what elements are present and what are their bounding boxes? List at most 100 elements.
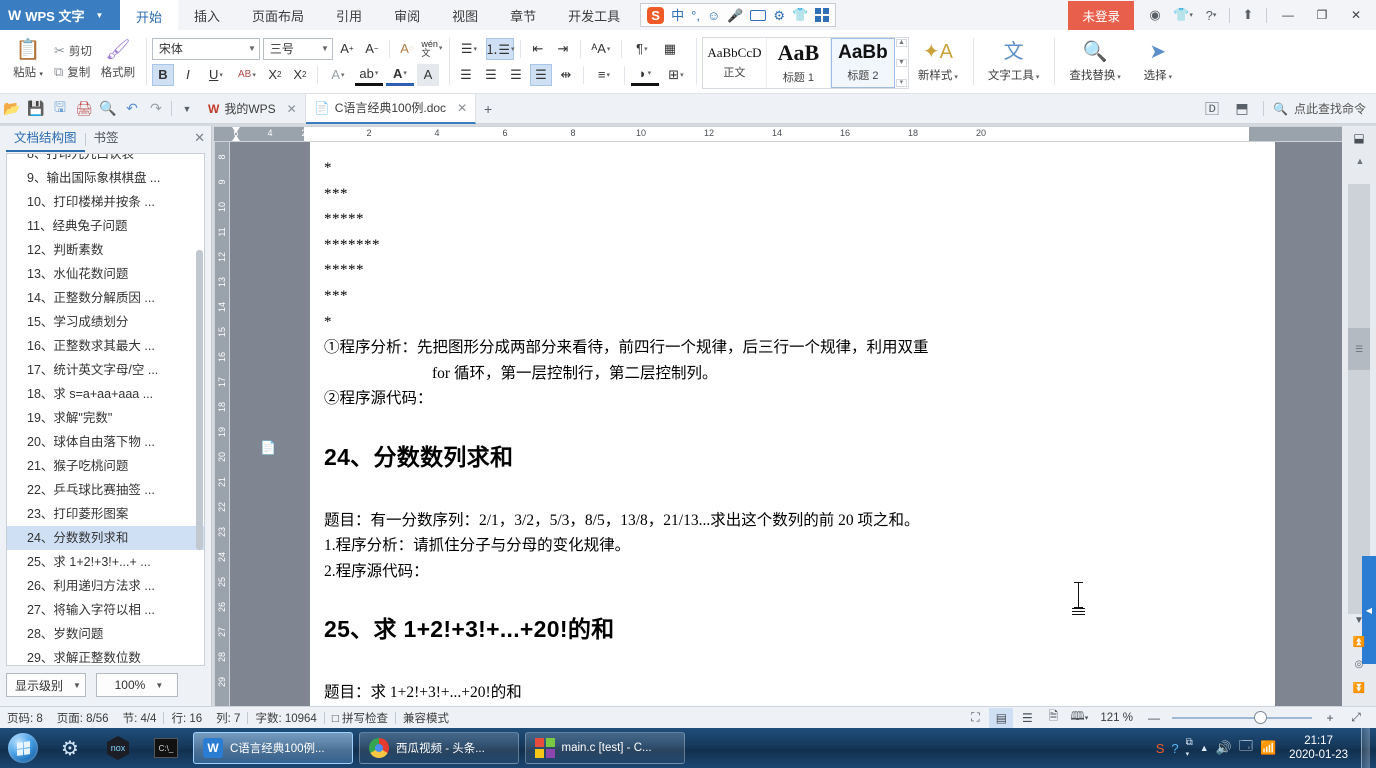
- align-center-icon[interactable]: ☰: [480, 64, 502, 86]
- list-item[interactable]: 29、求解正整数位数: [7, 646, 204, 665]
- list-item[interactable]: 15、学习成绩划分: [7, 310, 204, 334]
- list-item[interactable]: 26、利用递归方法求 ...: [7, 574, 204, 598]
- zoom-slider-knob[interactable]: [1254, 710, 1267, 724]
- status-spellcheck[interactable]: □ 拼写检查: [325, 710, 395, 726]
- tab-insert[interactable]: 插入: [178, 0, 236, 30]
- web-layout-view-icon[interactable]: 🗎: [1041, 708, 1065, 728]
- font-name-combo[interactable]: 宋体 ▼: [151, 37, 260, 60]
- panel-scrollbar-thumb[interactable]: [196, 250, 203, 550]
- text-tool-button[interactable]: 文 文字工具 ▾: [979, 41, 1048, 83]
- tab-view[interactable]: 视图: [436, 0, 494, 30]
- status-word-count[interactable]: 字数: 10964: [248, 710, 323, 726]
- numbered-list-icon[interactable]: ⒈☰ ▾: [485, 37, 515, 60]
- list-item[interactable]: 22、乒乓球比赛抽签 ...: [7, 478, 204, 502]
- globe-icon[interactable]: ◉: [1142, 2, 1168, 28]
- show-hidden-icons-button[interactable]: ⧉ ▾: [1186, 737, 1193, 759]
- table-grid-icon[interactable]: ▦: [659, 38, 681, 60]
- vertical-ruler[interactable]: 8 9 10 11 12 13 14 15 16 17 18 19 20 21 …: [214, 142, 230, 706]
- taskbar-item-chrome[interactable]: 西瓜视频 - 头条...: [359, 732, 519, 764]
- undo-icon[interactable]: ↶: [120, 97, 144, 121]
- horizontal-ruler[interactable]: 6 4 2 2 4 6 8 10 12 14 16 18 20: [214, 126, 1362, 142]
- full-screen-view-icon[interactable]: ⛶: [963, 708, 987, 728]
- list-item[interactable]: 13、水仙花数问题: [7, 262, 204, 286]
- style-expand-icon[interactable]: ▾: [895, 79, 907, 87]
- copy-button[interactable]: ⧉ 复制: [54, 64, 92, 80]
- display-level-combo[interactable]: 显示级别 ▼: [6, 673, 86, 697]
- tab-review[interactable]: 审阅: [378, 0, 436, 30]
- command-search-input[interactable]: 点此查找命令: [1294, 100, 1366, 117]
- share-icon[interactable]: ⬆: [1235, 2, 1261, 28]
- ime-emoji-icon[interactable]: ☺: [707, 9, 720, 22]
- list-item[interactable]: 12、判断素数: [7, 238, 204, 262]
- decrease-font-size-button[interactable]: A −: [361, 38, 383, 60]
- list-item[interactable]: 20、球体自由落下物 ...: [7, 430, 204, 454]
- align-justify-icon[interactable]: ☰: [529, 63, 552, 86]
- minimize-button[interactable]: —: [1272, 2, 1304, 28]
- taskbar-item-wps[interactable]: W C语言经典100例...: [193, 732, 353, 764]
- doc-tab-my-wps[interactable]: W 我的WPS ✕: [199, 93, 306, 124]
- open-icon[interactable]: 📂: [0, 97, 24, 121]
- style-marker-icon[interactable]: 📄 ▾: [260, 440, 283, 456]
- backstage-icon[interactable]: 🄳: [1200, 97, 1224, 121]
- sogou-tray-icon[interactable]: S: [1156, 741, 1165, 756]
- tab-bookmarks[interactable]: 书签: [86, 126, 127, 152]
- volume-icon[interactable]: 🔊: [1216, 740, 1232, 756]
- taskbar-clock[interactable]: 21:17 2020-01-23: [1283, 734, 1354, 762]
- page-layout-view-icon[interactable]: ▤: [989, 707, 1014, 728]
- reading-layout-icon[interactable]: 🕮 ▾: [1067, 708, 1091, 728]
- list-item[interactable]: 25、求 1+2!+3!+...+ ...: [7, 550, 204, 574]
- list-item[interactable]: 27、将输入字符以相 ...: [7, 598, 204, 622]
- zoom-out-button[interactable]: —: [1142, 708, 1166, 728]
- list-item[interactable]: 28、岁数问题: [7, 622, 204, 646]
- italic-button[interactable]: I: [177, 64, 199, 86]
- text-effects-icon[interactable]: A ▾: [324, 64, 352, 86]
- print-preview-icon[interactable]: 🔍: [96, 97, 120, 121]
- scroll-up-button[interactable]: ▲: [1349, 152, 1371, 170]
- action-center-icon[interactable]: 🗔: [1239, 737, 1253, 759]
- font-size-combo[interactable]: 三号 ▼: [262, 37, 333, 60]
- close-icon[interactable]: ✕: [457, 101, 467, 115]
- bold-button[interactable]: B: [151, 63, 174, 86]
- list-item[interactable]: 21、猴子吃桃问题: [7, 454, 204, 478]
- decrease-indent-icon[interactable]: ⇤: [527, 38, 549, 60]
- doc-tab-c-examples[interactable]: 📄 C语言经典100例.doc ✕: [305, 93, 477, 124]
- tab-page-layout[interactable]: 页面布局: [236, 0, 320, 30]
- select-browse-object-button[interactable]: ◎: [1349, 654, 1369, 674]
- wps-app-menu[interactable]: W WPS 文字 ▼: [0, 0, 120, 30]
- clear-format-icon[interactable]: A ◌: [396, 38, 418, 60]
- style-scroll-down-icon[interactable]: ▼: [895, 59, 907, 67]
- shading-icon[interactable]: ◗ ▾: [630, 64, 659, 86]
- align-left-icon[interactable]: ☰: [455, 64, 477, 86]
- split-view-icon[interactable]: ⬓: [1349, 129, 1369, 147]
- ime-skin-icon[interactable]: 👕: [792, 7, 808, 23]
- list-item[interactable]: 18、求 s=a+aa+aaa ...: [7, 382, 204, 406]
- style-heading-1[interactable]: AaB 标题 1: [767, 38, 831, 88]
- ime-keyboard-icon[interactable]: [750, 9, 767, 21]
- chevron-down-icon[interactable]: ▼: [95, 11, 103, 20]
- line-spacing-icon[interactable]: ≡ ▾: [590, 64, 618, 86]
- panel-zoom-combo[interactable]: 100% ▼: [95, 673, 178, 697]
- show-marks-icon[interactable]: ¶ ▾: [628, 38, 656, 60]
- list-item[interactable]: 16、正整数求其最大 ...: [7, 334, 204, 358]
- style-normal[interactable]: AaBbCcD 正文: [703, 38, 767, 88]
- document-page[interactable]: * *** ***** ******* ***** *** * ①程序分析：先把…: [260, 142, 1275, 706]
- redo-icon[interactable]: ↷: [144, 97, 168, 121]
- close-icon[interactable]: ✕: [287, 102, 297, 116]
- strikethrough-button[interactable]: AB ▾: [233, 64, 261, 86]
- list-item[interactable]: 23、打印菱形图案: [7, 502, 204, 526]
- list-item[interactable]: 8、打印九九口诀表: [7, 154, 204, 166]
- ime-apps-icon[interactable]: [815, 8, 830, 22]
- outline-view-icon[interactable]: ☰: [1015, 708, 1039, 728]
- show-desktop-button[interactable]: [1361, 728, 1370, 768]
- font-color-icon[interactable]: A ▾: [385, 64, 414, 86]
- borders-icon[interactable]: ⊞ ▾: [662, 64, 690, 86]
- subscript-button[interactable]: X2: [289, 64, 311, 86]
- new-style-button[interactable]: ✦A 新样式 ▾: [909, 41, 967, 83]
- list-item[interactable]: 19、求解"完数": [7, 406, 204, 430]
- network-signal-icon[interactable]: 📶: [1260, 740, 1276, 756]
- quick-launch-terminal[interactable]: C:\_: [142, 728, 190, 768]
- chevron-up-icon[interactable]: ▲: [1200, 743, 1209, 753]
- close-button[interactable]: ✕: [1340, 2, 1372, 28]
- paste-button[interactable]: 📋 粘贴 ▾: [6, 39, 50, 80]
- fit-page-button[interactable]: ⤢: [1344, 708, 1368, 728]
